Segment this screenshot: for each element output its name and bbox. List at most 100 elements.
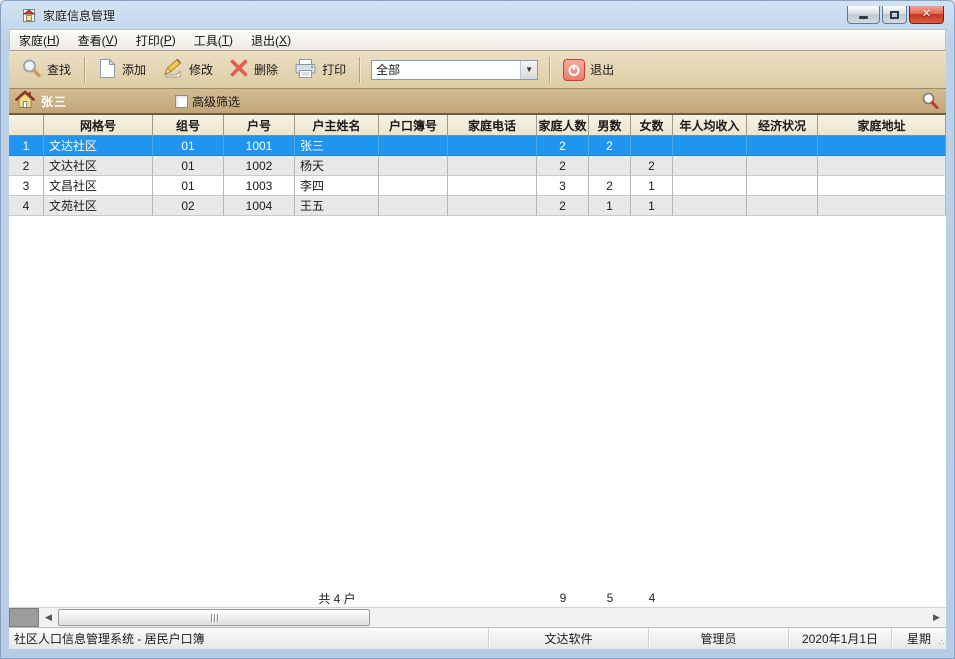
- column-header-2[interactable]: 组号: [153, 115, 224, 136]
- resize-grip-icon[interactable]: ∴: [939, 638, 945, 647]
- add-document-icon: [98, 58, 117, 82]
- scrollbar-track[interactable]: [370, 608, 927, 627]
- find-button[interactable]: 查找: [13, 54, 79, 86]
- table-cell: 1003: [224, 176, 295, 196]
- table-cell: 1001: [224, 136, 295, 156]
- table-row[interactable]: 4文苑社区021004王五211: [9, 196, 946, 216]
- statusbar: 社区人口信息管理系统 - 居民户口簿文达软件管理员2020年1月1日星期∴: [9, 627, 946, 649]
- toolbar-separator: [359, 57, 360, 83]
- table-cell: 1: [589, 196, 631, 216]
- search-icon[interactable]: [920, 91, 940, 111]
- column-header-1[interactable]: 网格号: [44, 115, 153, 136]
- column-header-3[interactable]: 户号: [224, 115, 295, 136]
- close-button[interactable]: ✕: [909, 6, 944, 24]
- table-header-row: 网格号组号户号户主姓名户口簿号家庭电话家庭人数男数女数年人均收入经济状况家庭地址: [9, 115, 946, 136]
- table-cell: 3: [9, 176, 44, 196]
- table-cell: [747, 176, 818, 196]
- home-icon: [15, 90, 35, 112]
- table-cell: 文苑社区: [44, 196, 153, 216]
- table-cell: 文昌社区: [44, 176, 153, 196]
- column-header-4[interactable]: 户主姓名: [295, 115, 379, 136]
- table-cell: [747, 136, 818, 156]
- table-cell: [818, 196, 946, 216]
- table-cell: 02: [153, 196, 224, 216]
- table-cell: 1: [631, 196, 673, 216]
- titlebar[interactable]: 家庭信息管理 ✕: [9, 1, 946, 29]
- scroll-right-arrow-icon[interactable]: ▶: [927, 608, 946, 627]
- column-header-7[interactable]: 家庭人数: [537, 115, 589, 136]
- table-cell: 李四: [295, 176, 379, 196]
- app-window: 家庭信息管理 ✕ 家庭(H)查看(V)打印(P)工具(T)退出(X) 查找 添加修…: [0, 0, 955, 659]
- maximize-button[interactable]: [882, 6, 907, 24]
- table-cell: [448, 176, 537, 196]
- status-user-role: 管理员: [649, 628, 789, 649]
- table-cell: 杨天: [295, 156, 379, 176]
- table-cell: [589, 156, 631, 176]
- table-cell: 2: [589, 136, 631, 156]
- table-cell: 1002: [224, 156, 295, 176]
- table-row[interactable]: 1文达社区011001张三22: [9, 136, 946, 156]
- menu-item-h[interactable]: 家庭(H): [10, 30, 69, 50]
- horizontal-scrollbar[interactable]: ◀ ▶: [9, 607, 946, 627]
- table-cell: 2: [537, 196, 589, 216]
- column-header-0[interactable]: [9, 115, 44, 136]
- table-cell: 文达社区: [44, 136, 153, 156]
- family-table: 网格号组号户号户主姓名户口簿号家庭电话家庭人数男数女数年人均收入经济状况家庭地址…: [9, 115, 946, 607]
- current-record-name: 张三: [41, 93, 67, 110]
- filterbar: 张三 高级筛选: [9, 89, 946, 115]
- minimize-button[interactable]: [847, 6, 880, 24]
- table-cell: 张三: [295, 136, 379, 156]
- delete-button[interactable]: 删除: [221, 54, 286, 85]
- add-button-label: 添加: [122, 61, 146, 78]
- exit-button[interactable]: 退出: [555, 55, 622, 85]
- scrollbar-thumb[interactable]: [58, 609, 370, 626]
- menu-item-x[interactable]: 退出(X): [242, 30, 300, 50]
- summary-row: 共 4 户 9 5 4: [9, 589, 946, 607]
- table-cell: [818, 156, 946, 176]
- table-cell: 2: [537, 136, 589, 156]
- column-header-5[interactable]: 户口簿号: [379, 115, 448, 136]
- column-header-6[interactable]: 家庭电话: [448, 115, 537, 136]
- table-row[interactable]: 3文昌社区011003李四321: [9, 176, 946, 196]
- table-cell: [673, 136, 747, 156]
- scrollbar-corner-box: [9, 608, 39, 627]
- table-cell: [379, 176, 448, 196]
- filter-dropdown[interactable]: 全部 ▼: [371, 60, 538, 80]
- advanced-filter-toggle[interactable]: 高级筛选: [175, 93, 240, 110]
- printer-icon: [294, 58, 317, 82]
- column-header-8[interactable]: 男数: [589, 115, 631, 136]
- menu-item-v[interactable]: 查看(V): [69, 30, 127, 50]
- table-cell: [379, 156, 448, 176]
- menu-item-p[interactable]: 打印(P): [127, 30, 185, 50]
- add-button[interactable]: 添加: [90, 54, 154, 86]
- column-header-11[interactable]: 经济状况: [747, 115, 818, 136]
- table-cell: [747, 156, 818, 176]
- minimize-icon: [859, 16, 868, 19]
- table-cell: 01: [153, 136, 224, 156]
- table-row[interactable]: 2文达社区011002杨天22: [9, 156, 946, 176]
- edit-button[interactable]: 修改: [154, 54, 221, 86]
- advanced-filter-label: 高级筛选: [192, 93, 240, 110]
- table-cell: 4: [9, 196, 44, 216]
- close-icon: ✕: [922, 9, 931, 20]
- advanced-filter-checkbox[interactable]: [175, 95, 188, 108]
- scrollbar-grip: [211, 614, 218, 622]
- delete-button-label: 删除: [254, 61, 278, 78]
- menu-item-t[interactable]: 工具(T): [185, 30, 242, 50]
- column-header-12[interactable]: 家庭地址: [818, 115, 946, 136]
- total-female-count: 4: [631, 589, 673, 607]
- search-icon: [21, 58, 42, 82]
- print-button[interactable]: 打印: [286, 54, 354, 86]
- power-icon: [563, 59, 585, 81]
- scroll-left-arrow-icon[interactable]: ◀: [39, 608, 58, 627]
- chevron-down-icon[interactable]: ▼: [520, 61, 537, 79]
- column-header-9[interactable]: 女数: [631, 115, 673, 136]
- table-cell: 文达社区: [44, 156, 153, 176]
- status-weekday: 星期∴: [892, 628, 946, 649]
- edit-pencil-icon: [162, 58, 184, 82]
- table-cell: 3: [537, 176, 589, 196]
- column-header-10[interactable]: 年人均收入: [673, 115, 747, 136]
- window-controls: ✕: [847, 6, 944, 24]
- window-title: 家庭信息管理: [43, 7, 115, 24]
- table-cell: 王五: [295, 196, 379, 216]
